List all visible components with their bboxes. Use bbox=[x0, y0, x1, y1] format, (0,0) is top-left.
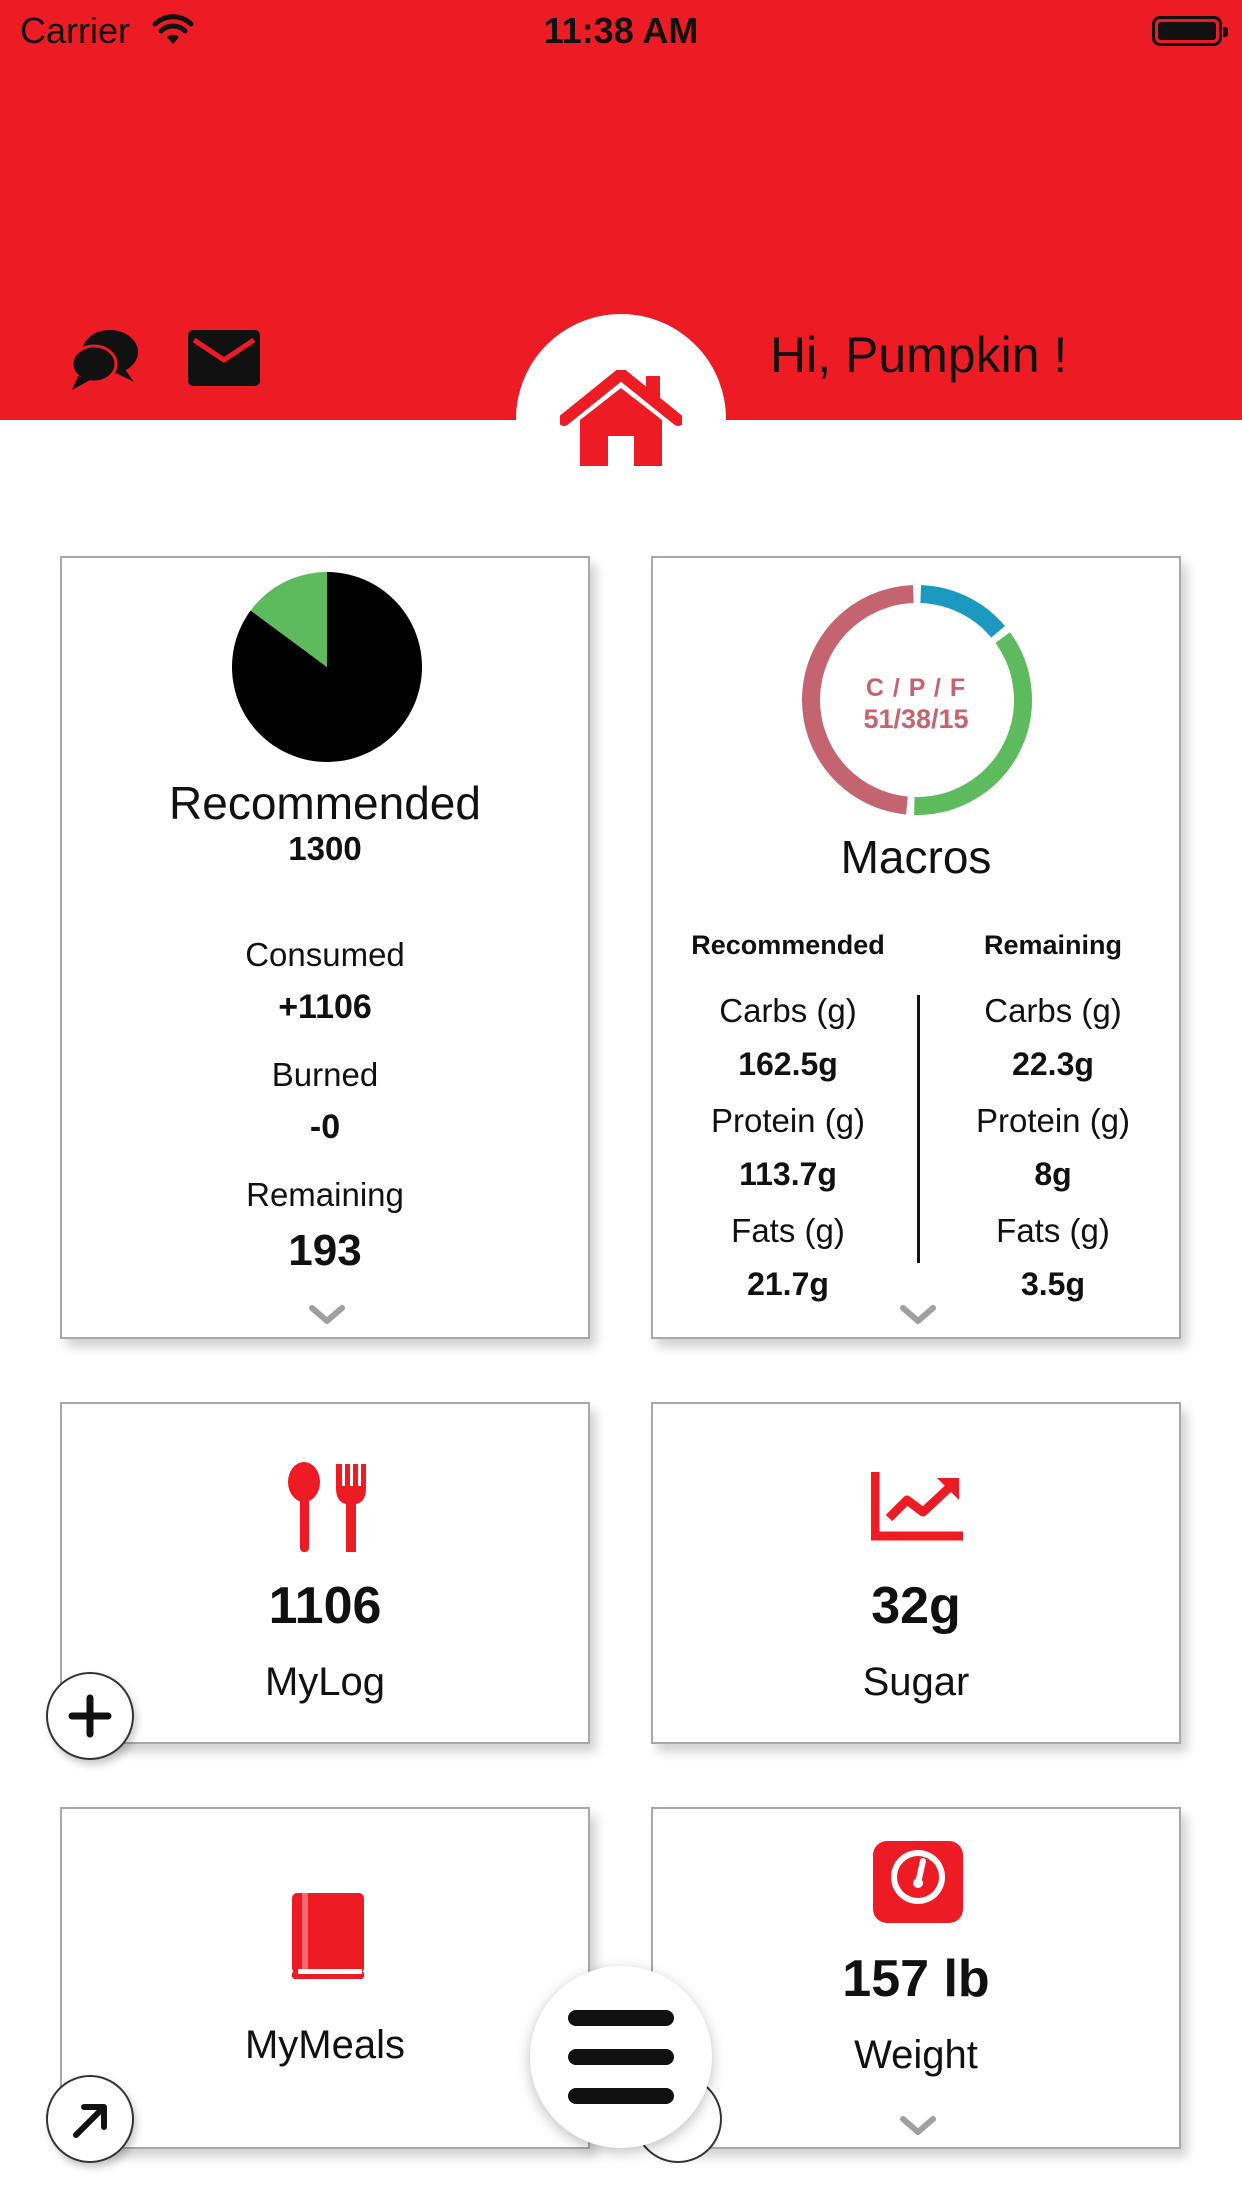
recommended-column-header: Recommended bbox=[691, 930, 885, 960]
macros-ring-values-text: 51/38/15 bbox=[863, 704, 969, 734]
calories-card[interactable]: Recommended 1300 Consumed +1106 Burned -… bbox=[60, 556, 590, 1339]
remaining-column-header: Remaining bbox=[983, 930, 1123, 960]
rem-fats-value: 3.5g bbox=[1020, 1266, 1086, 1302]
open-meals-button[interactable] bbox=[46, 2075, 134, 2163]
macros-ring-label: C / P / F bbox=[653, 674, 1179, 703]
sugar-label: Sugar bbox=[862, 1660, 970, 1704]
rem-carbs-label: Carbs (g) bbox=[984, 992, 1122, 1029]
rec-fats-value: 21.7g bbox=[747, 1266, 829, 1302]
rem-protein-label: Protein (g) bbox=[975, 1102, 1131, 1139]
chevron-down-icon[interactable] bbox=[899, 1304, 937, 1326]
mail-icon[interactable] bbox=[188, 330, 260, 386]
book-icon bbox=[292, 1893, 364, 1979]
recommended-title: Recommended bbox=[169, 777, 481, 829]
mymeals-card[interactable]: MyMeals bbox=[60, 1807, 590, 2149]
rec-carbs-value: 162.5g bbox=[738, 1046, 838, 1082]
rec-fats-label: Fats (g) bbox=[731, 1212, 845, 1249]
ring-segment-F bbox=[920, 585, 1005, 638]
rec-protein-value: 113.7g bbox=[739, 1156, 837, 1192]
remaining-label: Remaining bbox=[246, 1176, 404, 1213]
mylog-card[interactable]: 1106 MyLog bbox=[60, 1402, 590, 1744]
sugar-card[interactable]: 32g Sugar bbox=[651, 1402, 1181, 1744]
burned-label: Burned bbox=[271, 1056, 379, 1093]
utensils-icon bbox=[288, 1462, 366, 1552]
home-icon bbox=[560, 370, 682, 466]
rem-protein-value: 8g bbox=[1034, 1156, 1072, 1192]
clock: 11:38 AM bbox=[543, 10, 699, 51]
sugar-value: 32g bbox=[871, 1577, 961, 1635]
plus-icon bbox=[68, 1694, 112, 1738]
macros-card[interactable]: C / P / F 51/38/15 Macros Recommended Re… bbox=[651, 556, 1181, 1339]
macros-ring-label-text: C / P / F bbox=[865, 674, 967, 702]
chat-icon[interactable] bbox=[68, 324, 140, 394]
calorie-pie-chart bbox=[232, 572, 422, 762]
arrow-up-right-icon bbox=[73, 2104, 107, 2138]
scale-icon bbox=[873, 1841, 963, 1923]
burned-value: -0 bbox=[309, 1108, 341, 1146]
recommended-value: 1300 bbox=[288, 830, 362, 867]
battery-icon bbox=[1152, 16, 1228, 46]
rec-carbs-label: Carbs (g) bbox=[719, 992, 857, 1029]
weight-label: Weight bbox=[854, 2033, 978, 2077]
rec-protein-label: Protein (g) bbox=[710, 1102, 866, 1139]
status-bar: Carrier 11:38 AM bbox=[0, 0, 1242, 62]
mylog-value: 1106 bbox=[268, 1577, 382, 1635]
chevron-down-icon[interactable] bbox=[308, 1304, 346, 1326]
consumed-value: +1106 bbox=[278, 988, 372, 1026]
mymeals-label: MyMeals bbox=[244, 2023, 406, 2067]
remaining-value: 193 bbox=[288, 1226, 362, 1275]
rem-carbs-value: 22.3g bbox=[1012, 1046, 1094, 1082]
add-log-button[interactable] bbox=[46, 1672, 134, 1760]
rem-fats-label: Fats (g) bbox=[996, 1212, 1110, 1249]
column-divider bbox=[917, 995, 920, 1263]
chevron-down-icon[interactable] bbox=[899, 2115, 937, 2137]
consumed-label: Consumed bbox=[245, 936, 405, 973]
menu-button[interactable] bbox=[530, 1966, 712, 2148]
greeting: Hi, Pumpkin ! bbox=[770, 327, 1068, 383]
weight-card[interactable]: 157 lb Weight bbox=[651, 1807, 1181, 2149]
macros-title: Macros bbox=[840, 831, 992, 883]
macros-ring-values: 51/38/15 bbox=[653, 704, 1179, 735]
mylog-label: MyLog bbox=[264, 1660, 386, 1704]
menu-icon bbox=[568, 2010, 674, 2104]
weight-value: 157 lb bbox=[842, 1950, 990, 2008]
chart-line-icon bbox=[871, 1472, 963, 1541]
